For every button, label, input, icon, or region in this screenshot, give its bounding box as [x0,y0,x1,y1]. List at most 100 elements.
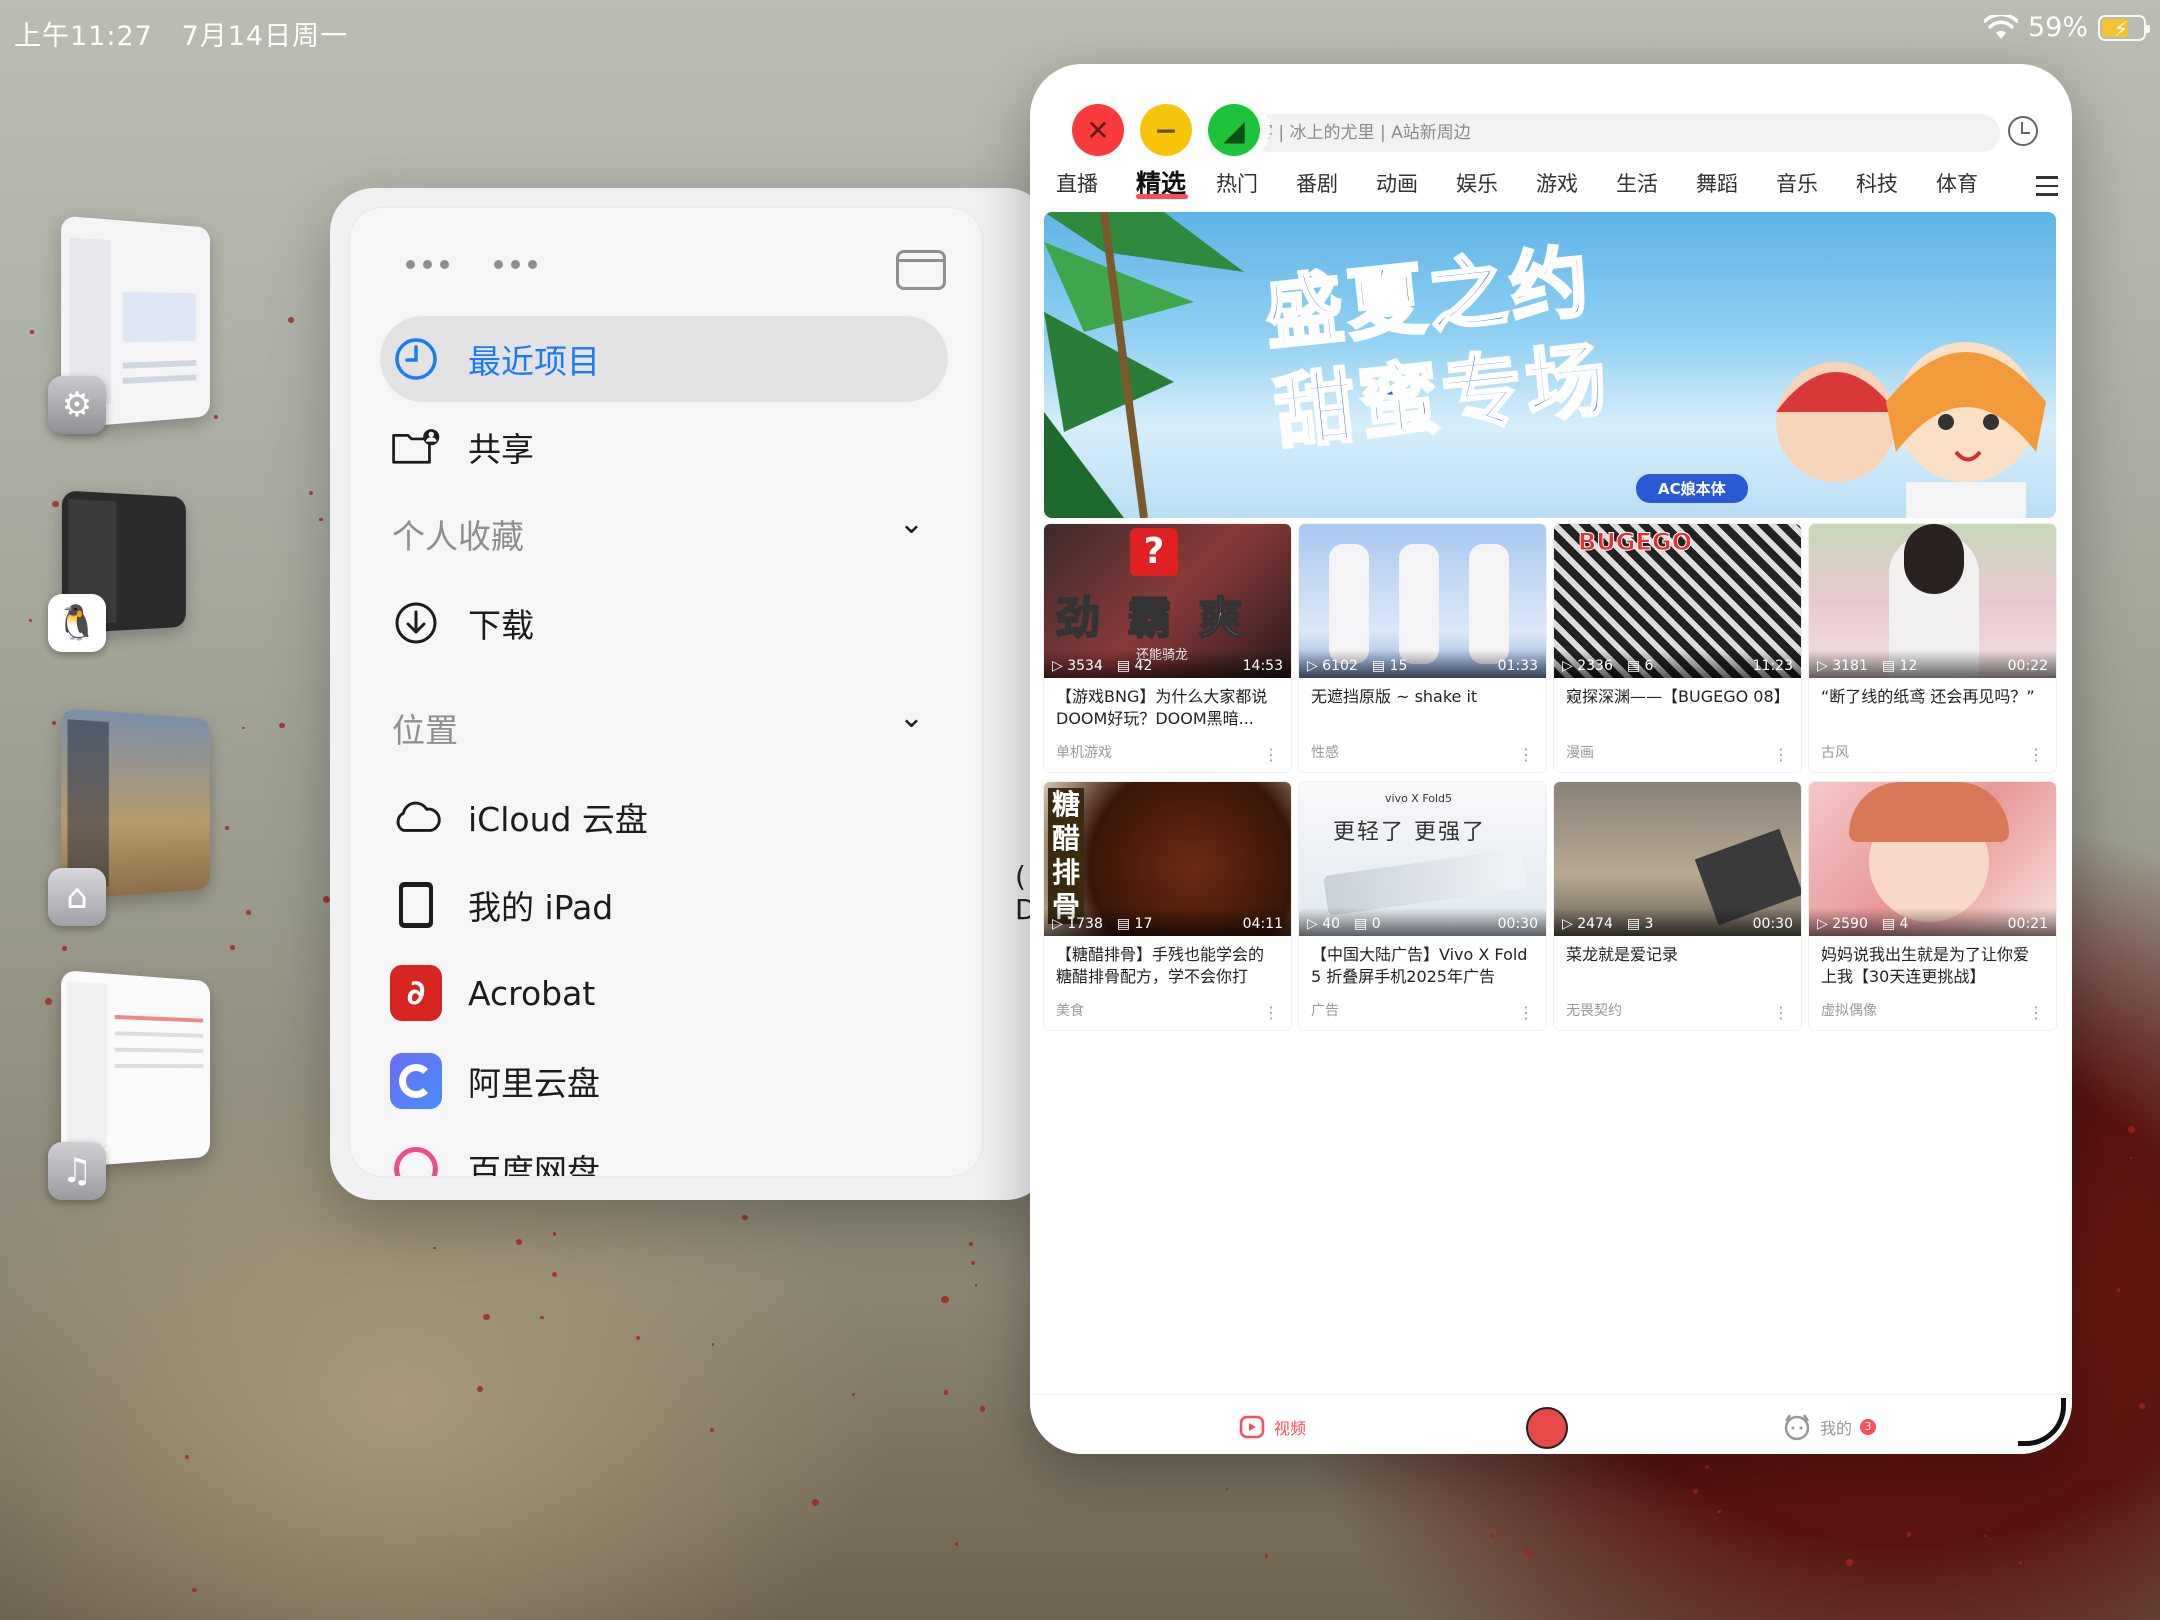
more-vertical-icon[interactable]: ⋮ [2028,1003,2044,1022]
video-category[interactable]: 性感 [1311,742,1339,762]
video-thumbnail[interactable]: ▷ 2590 ▤ 4 00:21 [1809,782,2056,936]
tab-item[interactable]: 精选 [1136,164,1216,200]
sidebar-item-shared[interactable]: 共享 [350,404,982,490]
tab-item[interactable]: 直播 [1056,168,1136,204]
video-title[interactable]: “断了线的纸鸢 还会再见吗？” [1809,678,2056,730]
video-card[interactable]: 劲 霸 爽还能骑龙? ▷ 3534 ▤ 42 14:53 【游戏BNG】为什么大… [1044,524,1291,772]
video-thumbnail[interactable]: BUGEGO ▷ 2336 ▤ 6 11:23 [1554,524,1801,678]
sidebar-item-ipad[interactable]: 我的 iPad [350,862,982,948]
video-card[interactable]: vivo X Fold5 更轻了 更强了 ▷ 40 ▤ 0 00:30 【中国大陆… [1299,782,1546,1030]
more-vertical-icon[interactable]: ⋮ [1263,745,1279,764]
promo-banner[interactable]: 盛夏之约 甜蜜专场 AC娘本体 [1044,212,2056,518]
sidebar-item-aliyun[interactable]: 阿里云盘 [350,1038,982,1124]
video-card[interactable]: ▷ 2474 ▤ 3 00:30 菜龙就是爱记录 无畏契约 ⋮ [1554,782,1801,1030]
video-title[interactable]: 无遮挡原版 ~ shake it [1299,678,1546,730]
stage-app-music[interactable] [61,970,210,1168]
download-icon [390,597,442,649]
favorites-section-header[interactable]: 个人收藏 [392,510,524,558]
more-vertical-icon[interactable]: ⋮ [1773,1003,1789,1022]
video-thumbnail[interactable]: ▷ 6102 ▤ 15 01:33 [1299,524,1546,678]
qq-icon[interactable]: 🐧 [48,594,106,652]
thumb-overlay-text: 劲 霸 爽 [1055,592,1249,645]
more-vertical-icon[interactable]: ⋮ [1263,1003,1279,1022]
tab-item[interactable]: 科技 [1856,168,1936,204]
video-thumbnail[interactable]: ▷ 3181 ▤ 12 00:22 [1809,524,2056,678]
video-category[interactable]: 漫画 [1566,742,1594,762]
red-petal-speck [2138,1402,2146,1410]
sidebar-item-baidu[interactable]: 百度网盘 [350,1126,982,1176]
tab-item[interactable]: 体育 [1936,168,2016,204]
close-icon[interactable]: ✕ [1072,104,1124,156]
red-petal-speck [51,720,56,725]
nav-video[interactable]: 视频 [1238,1413,1306,1441]
video-stats: ▷ 6102 ▤ 15 01:33 [1299,650,1546,678]
history-icon[interactable] [2008,116,2038,146]
settings-icon[interactable]: ⚙ [48,376,106,434]
notification-badge: 3 [1860,1419,1877,1435]
search-input[interactable]: 客 | 冰上的尤里 | A站新周边 [1250,114,2000,152]
tab-item[interactable]: 番剧 [1296,168,1376,204]
video-title[interactable]: 窥探深渊——【BUGEGO 08】 [1554,678,1801,730]
video-title[interactable]: 菜龙就是爱记录 [1554,936,1801,988]
nav-mine[interactable]: 我的 3 [1782,1413,1877,1441]
minimize-icon[interactable]: − [1140,104,1192,156]
video-title[interactable]: 【游戏BNG】为什么大家都说DOOM好玩？DOOM黑暗... [1044,678,1291,730]
video-category[interactable]: 广告 [1311,1000,1339,1020]
locations-section-header[interactable]: 位置 [392,704,458,752]
video-thumbnail[interactable]: 糖醋排骨 ▷ 1738 ▤ 17 04:11 [1044,782,1291,936]
sidebar-item-acrobat[interactable]: ∂ Acrobat [350,950,982,1036]
video-duration: 00:30 [1752,916,1793,932]
video-category[interactable]: 无畏契约 [1566,1000,1622,1020]
tab-item[interactable]: 生活 [1616,168,1696,204]
video-card[interactable]: ▷ 2590 ▤ 4 00:21 妈妈说我出生就是为了让你爱上我【30天连更挑战… [1809,782,2056,1030]
sidebar-item-recents[interactable]: 最近项目 [380,316,948,402]
more-vertical-icon[interactable]: ⋮ [1518,745,1534,764]
resize-handle[interactable] [2018,1398,2066,1446]
video-card[interactable]: 糖醋排骨 ▷ 1738 ▤ 17 04:11 【糖醋排骨】手残也能学会的糖醋排骨… [1044,782,1291,1030]
acfun-mascot-icon[interactable] [1526,1407,1568,1449]
red-petal-speck [1264,1554,1269,1558]
red-petal-speck [2116,1288,2120,1292]
video-card[interactable]: ▷ 6102 ▤ 15 01:33 无遮挡原版 ~ shake it 性感 ⋮ [1299,524,1546,772]
window-controls-dots[interactable] [406,260,449,269]
battery-icon: ⚡ [2098,14,2150,41]
video-thumbnail[interactable]: vivo X Fold5 更轻了 更强了 ▷ 40 ▤ 0 00:30 [1299,782,1546,936]
video-category[interactable]: 美食 [1056,1000,1084,1020]
tab-item[interactable]: 音乐 [1776,168,1856,204]
tab-item[interactable]: 舞蹈 [1696,168,1776,204]
tab-item[interactable]: 娱乐 [1456,168,1536,204]
tab-item[interactable]: 游戏 [1536,168,1616,204]
more-options-dots[interactable] [494,260,537,269]
video-thumbnail[interactable]: ▷ 2474 ▤ 3 00:30 [1554,782,1801,936]
chevron-down-icon[interactable]: ⌄ [899,700,924,735]
tab-item[interactable]: 动画 [1376,168,1456,204]
sidebar-item-icloud[interactable]: iCloud 云盘 [350,774,982,860]
video-title[interactable]: 【中国大陆广告】Vivo X Fold 5 折叠屏手机2025年广告 [1299,936,1546,988]
sidebar-toggle-icon[interactable] [896,250,946,290]
music-icon[interactable]: ♫ [48,1142,106,1200]
chevron-down-icon[interactable]: ⌄ [899,506,924,541]
menu-icon[interactable] [2036,176,2058,202]
video-category[interactable]: 虚拟偶像 [1821,1000,1877,1020]
more-vertical-icon[interactable]: ⋮ [1773,745,1789,764]
fullscreen-icon[interactable]: ◢ [1208,104,1260,156]
video-thumbnail[interactable]: 劲 霸 爽还能骑龙? ▷ 3534 ▤ 42 14:53 [1044,524,1291,678]
video-card[interactable]: BUGEGO ▷ 2336 ▤ 6 11:23 窥探深渊——【BUGEGO 08… [1554,524,1801,772]
tab-item[interactable]: 热门 [1216,168,1296,204]
red-petal-speck [279,722,285,728]
video-category[interactable]: 古风 [1821,742,1849,762]
sidebar-item-downloads[interactable]: 下载 [350,580,982,666]
thumb-overlay-text: 更轻了 更强了 [1333,820,1486,845]
views-count: ▷ 3181 [1817,658,1868,674]
video-card[interactable]: ▷ 3181 ▤ 12 00:22 “断了线的纸鸢 还会再见吗？” 古风 ⋮ [1809,524,2056,772]
video-stats: ▷ 3534 ▤ 42 14:53 [1044,650,1291,678]
video-title[interactable]: 妈妈说我出生就是为了让你爱上我【30天连更挑战】 [1809,936,2056,988]
red-petal-speck [192,1587,197,1593]
home-icon[interactable]: ⌂ [48,868,106,926]
more-vertical-icon[interactable]: ⋮ [1518,1003,1534,1022]
more-vertical-icon[interactable]: ⋮ [2028,745,2044,764]
video-title[interactable]: 【糖醋排骨】手残也能学会的糖醋排骨配方，学不会你打电... [1044,936,1291,988]
sidebar-item-label: 最近项目 [468,342,600,381]
video-category[interactable]: 单机游戏 [1056,742,1112,762]
aliyun-drive-icon [390,1053,442,1109]
